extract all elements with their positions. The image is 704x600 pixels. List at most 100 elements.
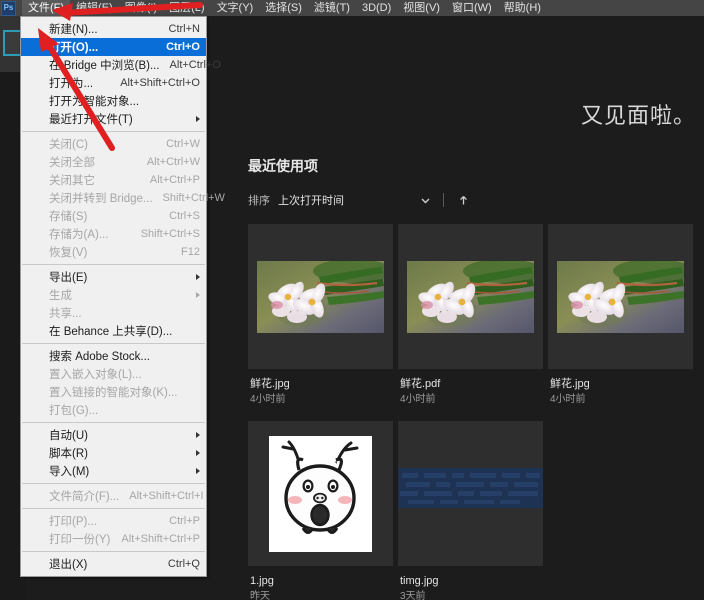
menu-separator (22, 422, 205, 423)
file-thumbnail[interactable] (248, 421, 393, 566)
menu-item-label: 搜索 Adobe Stock... (49, 351, 150, 363)
menu-item-8: 关闭全部 Alt+Ctrl+W (21, 153, 206, 171)
menu-item-label: 打包(G)... (49, 405, 99, 417)
menubar-item-4[interactable]: 文字(Y) (211, 0, 260, 16)
photoshop-icon: Ps (1, 0, 16, 16)
menubar-item-0[interactable]: 文件(F) (22, 0, 71, 16)
menubar-item-7[interactable]: 3D(D) (356, 0, 397, 16)
file-name: 鲜花.jpg (250, 378, 290, 390)
submenu-arrow-icon (196, 292, 200, 298)
file-name: timg.jpg (400, 575, 439, 587)
menu-item-label: 生成 (49, 290, 72, 302)
file-menu-dropdown[interactable]: 新建(N)... Ctrl+N 打开(O)... Ctrl+O 在 Bridge 中浏览… (20, 16, 225, 577)
menu-item-shortcut: Alt+Shift+Ctrl+P (121, 533, 200, 545)
menu-item-12: 存储为(A)... Shift+Ctrl+S (21, 225, 206, 243)
menu-item-shortcut: Shift+Ctrl+W (162, 192, 225, 204)
file-age: 3天前 (400, 591, 426, 600)
menu-item-23: 打包(G)... (21, 401, 206, 419)
menu-separator (22, 508, 205, 509)
menubar-item-10[interactable]: 帮助(H) (498, 0, 547, 16)
menu-item-label: 新建(N)... (49, 24, 98, 36)
file-meta: 1.jpg 昨天 (248, 566, 393, 600)
recent-files-grid: 鲜花.jpg 4小时前 鲜花.pdf 4小时前 鲜花.jpg 4小时前 1.jp… (248, 224, 704, 600)
menu-item-label: 共享... (49, 308, 82, 320)
menu-item-26[interactable]: 脚本(R) (21, 444, 206, 462)
menu-item-18[interactable]: 在 Behance 上共享(D)... (21, 322, 206, 340)
menu-item-9: 关闭其它 Alt+Ctrl+P (21, 171, 206, 189)
file-age: 4小时前 (250, 394, 286, 405)
menu-item-shortcut: Alt+Ctrl+P (149, 174, 200, 186)
file-name: 鲜花.jpg (550, 378, 590, 390)
menu-item-34[interactable]: 退出(X) Ctrl+Q (21, 555, 206, 573)
menu-item-label: 文件简介(F)... (49, 491, 120, 503)
menu-item-1[interactable]: 打开(O)... Ctrl+O (21, 38, 206, 56)
menubar-item-2[interactable]: 图像(I) (119, 0, 163, 16)
menu-item-label: 退出(X) (49, 559, 88, 571)
menu-item-label: 导入(M) (49, 466, 90, 478)
menubar-item-9[interactable]: 窗口(W) (446, 0, 498, 16)
menu-item-16: 生成 (21, 286, 206, 304)
menubar-item-6[interactable]: 滤镜(T) (308, 0, 356, 16)
menu-item-15[interactable]: 导出(E) (21, 268, 206, 286)
recent-file-card[interactable]: timg.jpg 3天前 (398, 421, 543, 600)
file-thumbnail[interactable] (398, 224, 543, 369)
menu-item-27[interactable]: 导入(M) (21, 462, 206, 480)
file-thumbnail[interactable] (398, 421, 543, 566)
menu-item-20[interactable]: 搜索 Adobe Stock... (21, 347, 206, 365)
sort-label: 排序 (248, 195, 270, 207)
file-name: 鲜花.pdf (400, 378, 441, 390)
chevron-down-icon[interactable] (420, 195, 431, 206)
file-age: 4小时前 (550, 394, 586, 405)
file-thumbnail[interactable] (248, 224, 393, 369)
menu-item-label: 关闭并转到 Bridge... (49, 193, 153, 205)
menu-item-label: 关闭其它 (49, 175, 95, 187)
menu-item-shortcut: Ctrl+Q (167, 558, 200, 570)
menubar-item-5[interactable]: 选择(S) (259, 0, 308, 16)
submenu-arrow-icon (196, 274, 200, 280)
recent-file-card[interactable]: 鲜花.jpg 4小时前 (548, 224, 693, 421)
file-thumbnail[interactable] (548, 224, 693, 369)
menu-item-5[interactable]: 最近打开文件(T) (21, 110, 206, 128)
menu-separator (22, 131, 205, 132)
menubar-item-8[interactable]: 视图(V) (397, 0, 446, 16)
menu-item-25[interactable]: 自动(U) (21, 426, 206, 444)
menu-item-shortcut: Alt+Shift+Ctrl+O (120, 77, 200, 89)
menu-item-31: 打印(P)... Ctrl+P (21, 512, 206, 530)
menu-item-label: 存储为(A)... (49, 229, 109, 241)
recent-file-card[interactable]: 鲜花.jpg 4小时前 (248, 224, 393, 421)
menu-item-10: 关闭并转到 Bridge... Shift+Ctrl+W (21, 189, 225, 207)
sort-value[interactable]: 上次打开时间 (278, 192, 344, 208)
arrow-up-icon[interactable] (456, 193, 470, 207)
sort-controls: 排序 上次打开时间 (248, 191, 470, 209)
menu-item-shortcut: Ctrl+S (169, 210, 200, 222)
greeting-text: 又见面啦。 (580, 103, 696, 128)
menubar-item-3[interactable]: 图层(L) (163, 0, 210, 16)
photoshop-window: Ps 文件(F) 编辑(E) 图像(I) 图层(L) 文字(Y) 选择(S) 滤镜(T) 3D… (0, 0, 704, 600)
menu-item-label: 导出(E) (49, 272, 88, 284)
menu-item-21: 置入嵌入对象(L)... (21, 365, 206, 383)
menu-item-4[interactable]: 打开为智能对象... (21, 92, 206, 110)
menubar-item-1[interactable]: 编辑(E) (70, 0, 119, 16)
menu-item-label: 关闭全部 (49, 157, 95, 169)
submenu-arrow-icon (196, 450, 200, 456)
recent-file-card[interactable]: 1.jpg 昨天 (248, 421, 393, 600)
menu-item-3[interactable]: 打开为... Alt+Shift+Ctrl+O (21, 74, 206, 92)
menu-item-2[interactable]: 在 Bridge 中浏览(B)... Alt+Ctrl+O (21, 56, 221, 74)
recent-items-heading: 最近使用项 (248, 158, 318, 174)
menu-item-label: 最近打开文件(T) (49, 114, 133, 126)
menu-bar: Ps 文件(F) 编辑(E) 图像(I) 图层(L) 文字(Y) 选择(S) 滤镜(T) 3D… (0, 0, 704, 16)
menu-item-7: 关闭(C) Ctrl+W (21, 135, 206, 153)
file-age: 4小时前 (400, 394, 436, 405)
menu-item-label: 恢复(V) (49, 247, 88, 259)
menu-separator (22, 483, 205, 484)
menu-item-32: 打印一份(Y) Alt+Shift+Ctrl+P (21, 530, 206, 548)
menu-separator (22, 343, 205, 344)
menu-item-17: 共享... (21, 304, 206, 322)
submenu-arrow-icon (196, 116, 200, 122)
menu-item-label: 打开为... (49, 78, 94, 90)
menu-item-0[interactable]: 新建(N)... Ctrl+N (21, 20, 206, 38)
menu-separator (22, 264, 205, 265)
recent-file-card[interactable]: 鲜花.pdf 4小时前 (398, 224, 543, 421)
menu-item-label: 在 Bridge 中浏览(B)... (49, 60, 160, 72)
menu-item-shortcut: Shift+Ctrl+S (140, 228, 200, 240)
